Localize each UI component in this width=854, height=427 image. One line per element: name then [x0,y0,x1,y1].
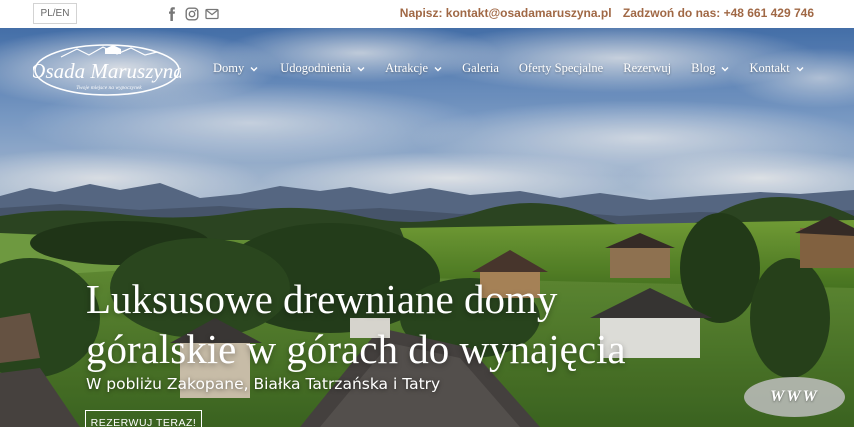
www-badge[interactable]: WWW [744,377,845,417]
nav-item-udogodnienia[interactable]: Udogodnienia [280,61,365,76]
language-switcher: PL / EN [33,3,77,24]
chevron-down-icon [250,66,258,71]
hero-headline-line-2: góralskie w górach do wynajęcia [86,326,626,372]
nav-item-galeria[interactable]: Galeria [462,61,499,76]
chevron-down-icon [796,66,804,71]
hero-banner: Osada Maruszyna Twoje miejsce na wypoczy… [0,28,854,427]
nav-item-rezerwuj[interactable]: Rezerwuj [623,61,671,76]
hero-headline-line-1: Luksusowe drewniane domy [86,276,558,322]
logo-tagline: Twoje miejsce na wypoczynek [76,85,142,91]
site-logo[interactable]: Osada Maruszyna Twoje miejsce na wypoczy… [33,43,181,97]
lang-en-link[interactable]: EN [56,4,70,23]
nav-label: Rezerwuj [623,61,672,75]
facebook-icon[interactable] [165,7,179,21]
nav-label: Kontakt [749,61,790,75]
lang-pl-link[interactable]: PL [41,4,53,23]
nav-item-domy[interactable]: Domy [213,61,258,76]
top-bar: PL / EN Napisz: kontakt@osadamaruszyna.p… [0,0,854,28]
nav-item-oferty-specjalne[interactable]: Oferty Specjalne [519,61,603,76]
nav-label: Oferty Specjalne [518,61,604,75]
nav-label: Galeria [462,61,499,75]
chevron-down-icon [721,66,729,71]
phone-link[interactable]: Zadzwoń do nas: +48 661 429 746 [623,6,814,20]
nav-label: Udogodnienia [280,61,352,75]
email-link[interactable]: Napisz: kontakt@osadamaruszyna.pl [400,6,612,20]
hero-headline: Luksusowe drewniane domy góralskie w gór… [86,274,706,374]
contact-info: Napisz: kontakt@osadamaruszyna.pl Zadzwo… [400,6,814,20]
nav-item-blog[interactable]: Blog [691,61,729,76]
nav-label: Blog [691,61,716,75]
instagram-icon[interactable] [185,7,199,21]
nav-label: Atrakcje [385,61,429,75]
chevron-down-icon [434,66,442,71]
main-nav: Domy Udogodnienia Atrakcje Galeria Ofert… [213,61,804,76]
chevron-down-icon [357,66,365,71]
nav-item-kontakt[interactable]: Kontakt [749,61,804,76]
nav-item-atrakcje[interactable]: Atrakcje [385,61,442,76]
hero-subline: W pobliżu Zakopane, Białka Tatrzańska i … [86,375,441,393]
nav-label: Domy [213,61,245,75]
logo-name: Osada Maruszyna [33,59,181,83]
mail-icon[interactable] [205,7,219,21]
book-now-button[interactable]: REZERWUJ TERAZ! [85,410,202,427]
